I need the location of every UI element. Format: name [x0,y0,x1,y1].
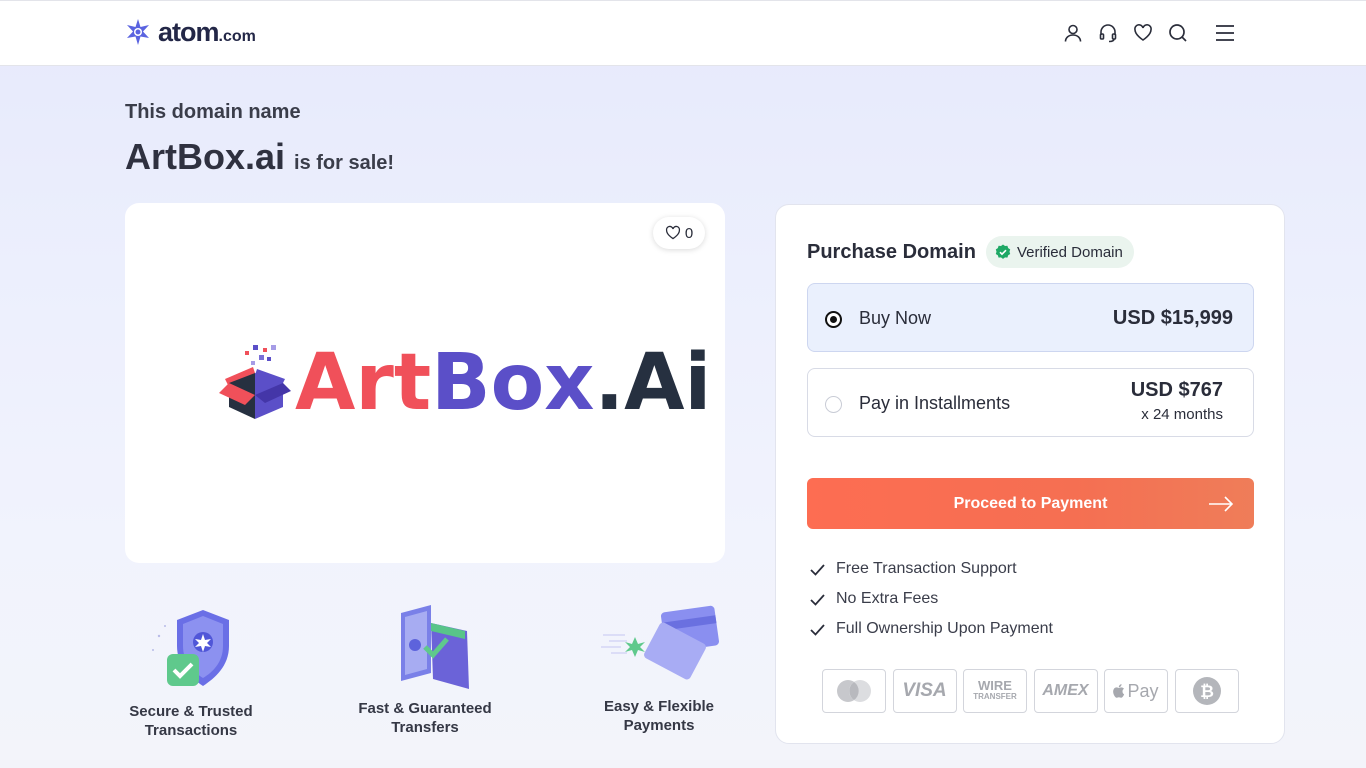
feature-payments: Easy & Flexible Payments [589,601,729,735]
headset-icon[interactable] [1097,22,1119,44]
for-sale-text: is for sale! [294,152,395,174]
eyebrow-text: This domain name [125,101,301,123]
svg-text:₿: ₿ [1200,682,1214,702]
proceed-to-payment-button[interactable]: Proceed to Payment [807,478,1254,529]
buy-now-radio[interactable] [825,311,842,328]
atom-logo[interactable]: atom.com [124,17,256,47]
cards-icon [601,605,719,680]
verified-check-icon [995,244,1011,259]
bitcoin-icon: ₿ [1174,669,1239,713]
purchase-header: Purchase Domain Verified Domain [807,236,1134,268]
shield-check-icon [152,610,229,686]
artbox-logo: ArtBox.Ai [215,343,711,423]
feature-secure-label: Secure & Trusted Transactions [129,703,253,739]
apple-pay-icon: Pay [1104,669,1168,713]
feature-fast-label: Fast & Guaranteed Transfers [358,700,492,736]
check-icon [810,623,825,636]
like-button[interactable]: 0 [653,217,705,249]
feature-fast: Fast & Guaranteed Transfers [352,603,498,737]
installments-radio[interactable] [825,396,842,413]
installments-term: x 24 months [1141,406,1223,423]
benefit-item: No Extra Fees [809,590,938,608]
proceed-label: Proceed to Payment [953,494,1108,512]
installments-label: Pay in Installments [859,393,1011,413]
arrow-right-icon [1209,496,1234,512]
user-icon[interactable] [1062,22,1084,44]
search-icon[interactable] [1167,22,1189,44]
domain-logo-card: 0 ArtBox.Ai [125,203,725,563]
benefit-item: Free Transaction Support [809,560,1017,578]
verified-label: Verified Domain [1016,243,1123,261]
buy-now-label: Buy Now [859,308,932,328]
option-buy-now[interactable]: Buy Now USD $15,999 [807,283,1254,352]
brand-name: atom.com [158,16,256,47]
feature-secure: Secure & Trusted Transactions [120,606,262,740]
mastercard-icon [822,669,886,713]
heart-icon[interactable] [1132,22,1154,44]
open-box-icon [219,345,291,419]
verified-badge: Verified Domain [985,236,1134,268]
feature-payments-label: Easy & Flexible Payments [603,698,715,734]
installments-price: USD $767 [1130,379,1223,401]
like-count: 0 [684,224,694,242]
heart-icon [665,225,680,240]
domain-name: ArtBox.ai [125,136,286,177]
purchase-panel: Purchase Domain Verified Domain Buy Now … [775,204,1285,744]
atom-star-icon [127,19,149,45]
visa-icon: VISA [892,669,957,713]
purchase-title: Purchase Domain [807,240,976,263]
domain-heading: ArtBox.ai is for sale! [125,136,394,178]
payment-methods: VISA WIRE TRANSFER AMEX Pay ₿ [822,669,1245,713]
menu-icon[interactable] [1213,22,1237,44]
benefit-item: Full Ownership Upon Payment [809,620,1053,638]
amex-icon: AMEX [1033,669,1098,713]
site-header: atom.com [0,0,1366,66]
header-actions [1062,22,1202,44]
check-icon [810,593,825,606]
buy-now-price: USD $15,999 [1112,307,1233,329]
wire-transfer-icon: WIRE TRANSFER [963,669,1027,713]
transfer-icon [401,605,469,689]
check-icon [810,563,825,576]
artbox-wordmark: ArtBox.Ai [295,338,712,428]
option-installments[interactable]: Pay in Installments USD $767 x 24 months [807,368,1254,437]
